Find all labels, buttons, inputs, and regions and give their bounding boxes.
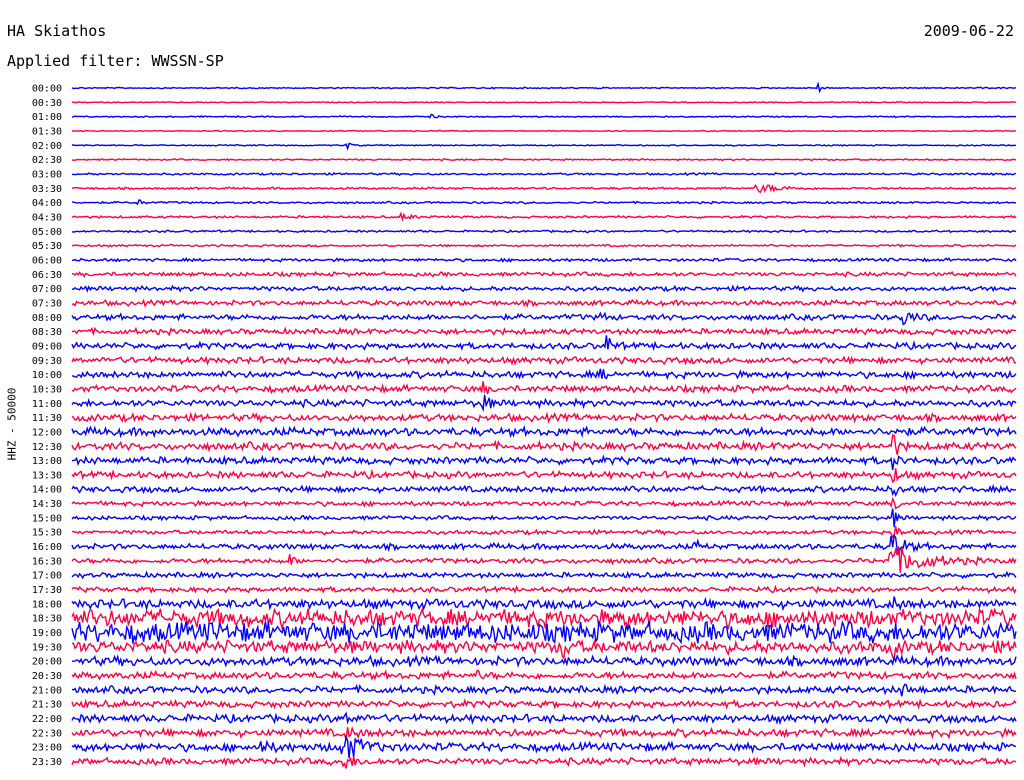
seismic-trace <box>71 411 1017 425</box>
seismic-trace <box>71 335 1017 352</box>
seismic-trace <box>72 381 1017 395</box>
time-tick-label: 23:30 <box>32 757 62 768</box>
trace-group <box>71 81 1017 769</box>
seismic-trace <box>71 270 1017 278</box>
time-tick-label: 18:00 <box>32 599 62 610</box>
seismic-trace <box>71 596 1017 612</box>
seismic-trace <box>71 81 1017 94</box>
seismic-trace <box>71 171 1017 177</box>
seismic-trace <box>71 298 1017 308</box>
seismic-trace <box>71 546 1017 573</box>
seismic-trace <box>71 326 1017 337</box>
time-tick-label: 00:30 <box>32 98 62 109</box>
time-tick-label: 20:00 <box>32 657 62 668</box>
time-tick-label: 16:00 <box>32 542 62 553</box>
seismic-trace <box>71 229 1017 234</box>
seismic-trace <box>71 454 1017 471</box>
time-tick-label: 21:00 <box>32 685 62 696</box>
seismic-trace <box>71 157 1017 162</box>
time-tick-label: 12:00 <box>32 427 62 438</box>
time-tick-label: 23:00 <box>32 743 62 754</box>
helicorder-chart: 00:00 00:30 01:00 01:30 02:00 02:30 03:00 03:30… <box>32 81 1017 769</box>
seismic-trace <box>71 394 1017 413</box>
time-tick-label: 13:30 <box>32 470 62 481</box>
time-tick-label: 17:00 <box>32 571 62 582</box>
seismic-trace <box>71 584 1017 594</box>
time-tick-label: 17:30 <box>32 585 62 596</box>
seismic-trace <box>72 142 1017 151</box>
seismic-trace <box>71 570 1017 580</box>
time-tick-label: 19:30 <box>32 642 62 653</box>
time-tick-label: 22:00 <box>32 714 62 725</box>
seismic-trace <box>71 468 1017 484</box>
seismic-trace <box>71 726 1017 741</box>
time-tick-label: 07:30 <box>32 298 62 309</box>
time-tick-label: 04:30 <box>32 212 62 223</box>
time-tick-label: 10:00 <box>32 370 62 381</box>
time-tick-label: 21:30 <box>32 700 62 711</box>
time-tick-label: 11:00 <box>32 399 62 410</box>
time-tick-label: 07:00 <box>32 284 62 295</box>
seismic-trace <box>71 257 1017 263</box>
seismic-trace <box>71 113 1016 119</box>
time-tick-label: 04:00 <box>32 198 62 209</box>
seismic-trace <box>71 483 1017 498</box>
time-tick-label: 03:00 <box>32 169 62 180</box>
time-tick-label: 09:30 <box>32 356 62 367</box>
seismic-trace <box>71 434 1017 455</box>
time-tick-label: 01:30 <box>32 126 62 137</box>
time-tick-label: 18:30 <box>32 614 62 625</box>
time-tick-label: 20:30 <box>32 671 62 682</box>
seismic-trace <box>71 638 1017 661</box>
seismic-trace <box>71 199 1017 206</box>
seismic-trace <box>71 368 1017 381</box>
time-tick-label: 02:30 <box>32 155 62 166</box>
time-tick-label: 15:30 <box>32 528 62 539</box>
seismic-trace <box>71 355 1017 366</box>
time-tick-label: 02:00 <box>32 141 62 152</box>
seismic-trace <box>71 211 1017 223</box>
seismic-trace <box>71 243 1017 248</box>
time-tick-label: 06:30 <box>32 270 62 281</box>
seismic-trace <box>71 698 1017 710</box>
time-tick-label: 10:30 <box>32 384 62 395</box>
time-tick-label: 00:00 <box>32 84 62 95</box>
seismic-trace <box>71 526 1017 539</box>
seismic-trace <box>71 508 1017 528</box>
seismic-trace <box>71 311 1017 326</box>
time-tick-label: 06:00 <box>32 255 62 266</box>
time-tick-label: 05:30 <box>32 241 62 252</box>
time-tick-labels: 00:00 00:30 01:00 01:30 02:00 02:30 03:00 03:30… <box>32 84 62 769</box>
time-tick-label: 11:30 <box>32 413 62 424</box>
seismic-trace <box>71 711 1017 726</box>
time-tick-label: 03:30 <box>32 184 62 195</box>
seismic-trace <box>71 284 1017 293</box>
seismic-trace <box>71 755 1017 769</box>
seismic-trace <box>71 100 1017 104</box>
seismic-trace <box>71 533 1017 557</box>
time-tick-label: 14:30 <box>32 499 62 510</box>
seismic-trace <box>71 424 1017 439</box>
seismic-trace <box>71 734 1017 759</box>
time-tick-label: 08:30 <box>32 327 62 338</box>
seismic-trace <box>71 496 1017 510</box>
seismic-trace <box>71 654 1017 669</box>
time-tick-label: 14:00 <box>32 485 62 496</box>
time-tick-label: 22:30 <box>32 728 62 739</box>
time-tick-label: 15:00 <box>32 513 62 524</box>
seismic-trace <box>71 669 1017 681</box>
time-tick-label: 05:00 <box>32 227 62 238</box>
time-tick-label: 01:00 <box>32 112 62 123</box>
time-tick-label: 12:30 <box>32 442 62 453</box>
time-tick-label: 09:00 <box>32 341 62 352</box>
seismic-trace <box>71 606 1017 631</box>
time-tick-label: 19:00 <box>32 628 62 639</box>
seismic-trace <box>71 129 1017 133</box>
seismic-trace <box>71 683 1017 697</box>
time-tick-label: 16:30 <box>32 556 62 567</box>
time-tick-label: 13:00 <box>32 456 62 467</box>
seismic-trace <box>71 183 1017 194</box>
time-tick-label: 08:00 <box>32 313 62 324</box>
